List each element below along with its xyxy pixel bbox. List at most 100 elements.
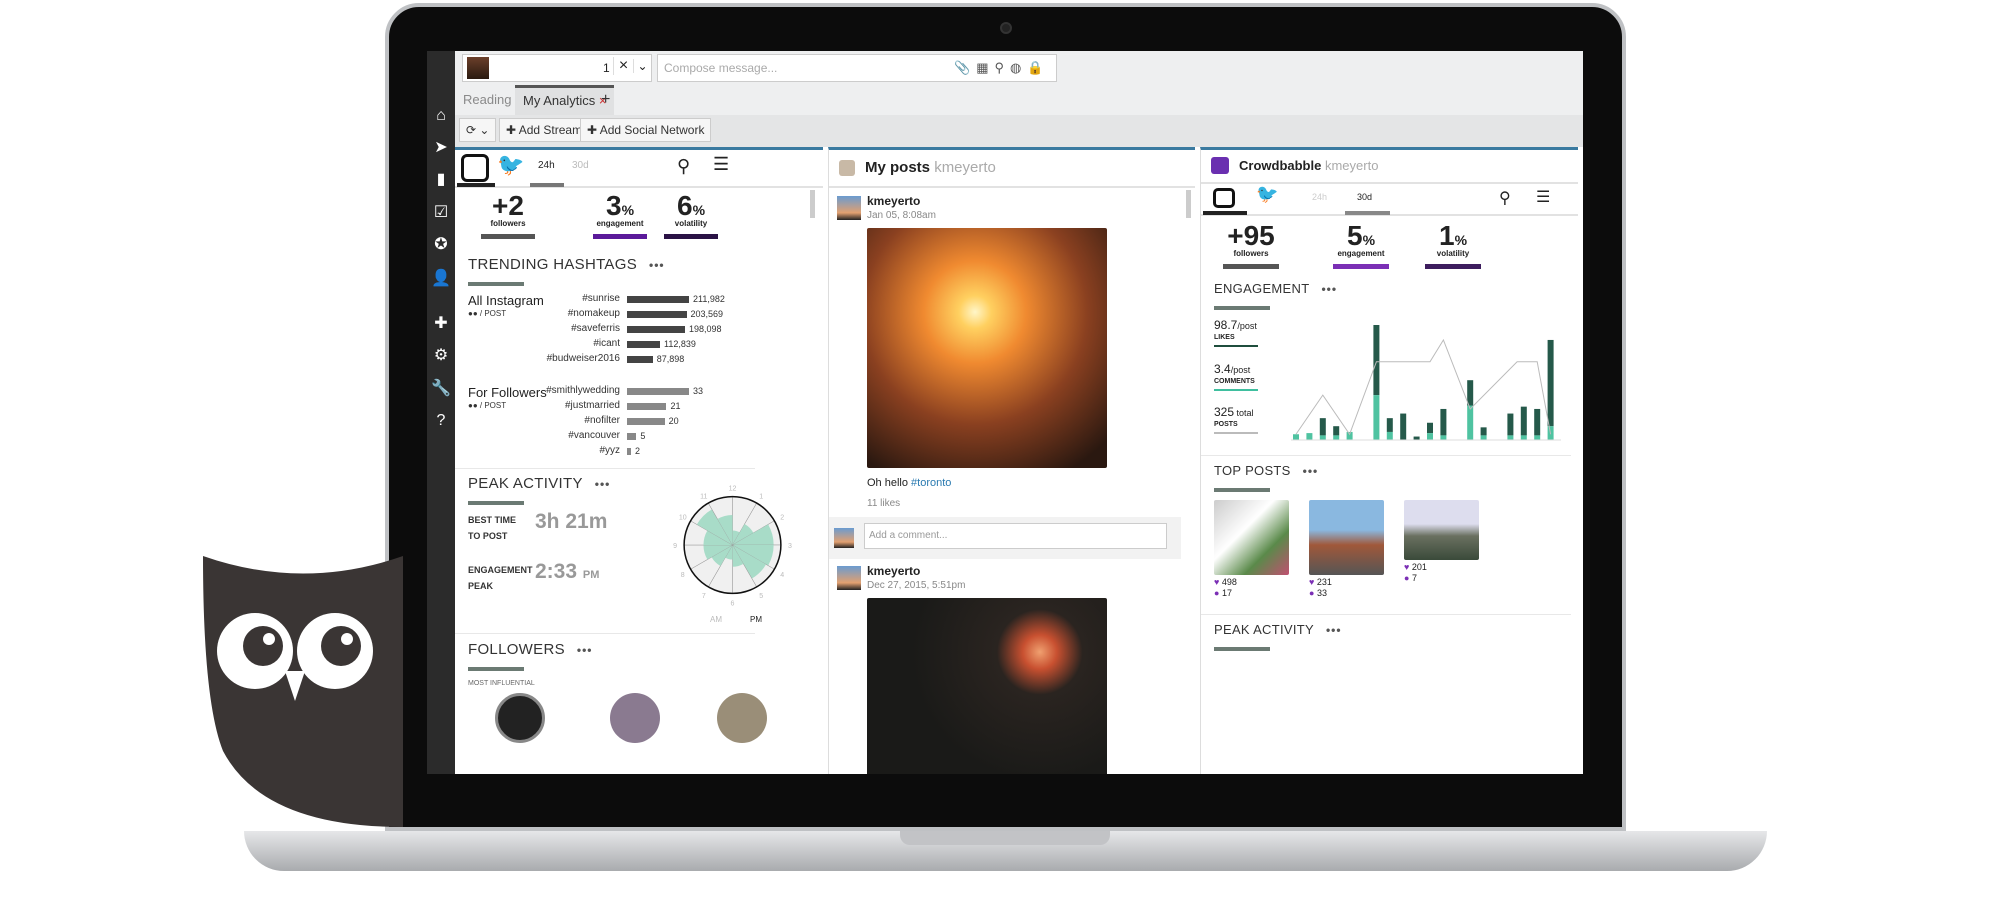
comment-input[interactable]: Add a comment... — [864, 523, 1167, 549]
comments-bar — [1319, 435, 1326, 440]
hashtag-count: 198,098 — [688, 324, 722, 334]
analytics-icon[interactable]: ▮ — [431, 170, 451, 190]
home-icon[interactable]: ⌂ — [431, 106, 451, 126]
engagement-peak-label: ENGAGEMENT PEAK — [468, 562, 533, 594]
am-toggle[interactable]: AM — [710, 615, 722, 624]
stream-title: Crowdbabble — [1239, 158, 1322, 173]
follower-avatar[interactable] — [717, 693, 767, 743]
attachment-icon[interactable]: 📎 — [954, 60, 976, 75]
top-post-comments: ● 7 — [1404, 573, 1417, 583]
settings-icon[interactable]: ⚙ — [431, 346, 451, 366]
laptop-notch — [900, 831, 1110, 845]
search-icon[interactable]: ⚲ — [1499, 188, 1511, 208]
add-tab-button[interactable]: + — [593, 85, 618, 115]
pm-toggle[interactable]: PM — [750, 615, 762, 624]
top-post-image[interactable] — [1404, 500, 1479, 560]
post-author[interactable]: kmeyerto — [867, 194, 920, 208]
clear-profiles-icon[interactable]: × — [613, 57, 633, 75]
metric-value: 98.7 — [1214, 318, 1238, 332]
refresh-button[interactable]: ⟳ ⌄ — [459, 118, 497, 142]
more-options-icon[interactable]: ••• — [595, 477, 611, 491]
more-options-icon[interactable]: ••• — [577, 643, 593, 657]
menu-icon[interactable]: ☰ — [713, 154, 729, 175]
stat-number: 6 — [676, 190, 693, 221]
instagram-icon[interactable] — [461, 154, 489, 182]
more-options-icon[interactable]: ••• — [1303, 464, 1319, 478]
time-tab-30d[interactable]: 30d — [572, 160, 589, 171]
stat-value: 5% — [1321, 220, 1401, 252]
calendar-icon[interactable]: ▦ — [976, 60, 994, 75]
more-options-icon[interactable]: ••• — [649, 258, 665, 272]
hashtag-link[interactable]: #nomakeup — [515, 308, 620, 319]
section-underline — [468, 667, 524, 671]
more-options-icon[interactable]: ••• — [1326, 623, 1342, 637]
time-tab-24h[interactable]: 24h — [1312, 192, 1327, 202]
time-tab-24h[interactable]: 24h — [538, 160, 555, 171]
globe-icon[interactable]: ◍ — [1010, 60, 1027, 75]
assignments-icon[interactable]: ☑ — [431, 203, 451, 223]
apps-icon[interactable]: ✚ — [431, 314, 451, 334]
profile-selector[interactable]: 1 × ⌄ — [462, 54, 652, 82]
hashtag-link[interactable]: #vancouver — [515, 430, 620, 441]
post-date: Jan 05, 8:08am — [867, 210, 936, 221]
scrollbar[interactable] — [810, 190, 815, 218]
location-icon[interactable]: ⚲ — [994, 60, 1010, 75]
post-image[interactable] — [867, 228, 1107, 468]
contacts-icon[interactable]: 👤 — [431, 269, 451, 289]
menu-icon[interactable]: ☰ — [1536, 187, 1550, 207]
section-title: PEAK ACTIVITY — [468, 475, 583, 492]
hashtag-link[interactable]: #saveferris — [515, 323, 620, 334]
twitter-icon[interactable]: 🐦 — [497, 152, 524, 178]
lock-icon[interactable]: 🔒 — [1027, 60, 1049, 75]
compose-message-input[interactable]: Compose message... 📎▦⚲◍🔒 — [657, 54, 1057, 82]
more-options-icon[interactable]: ••• — [1321, 282, 1337, 296]
stat-bar — [1425, 264, 1481, 269]
hashtag-link[interactable]: #yyz — [515, 445, 620, 456]
twitter-icon[interactable]: 🐦 — [1256, 184, 1278, 205]
help-icon[interactable]: ? — [431, 411, 451, 431]
comments-bar — [1373, 395, 1380, 440]
all-instagram-hashtags: #sunrise 211,982 #nomakeup 203,569 #saveferr… — [455, 293, 815, 383]
likes-bar — [1413, 436, 1420, 440]
hashtag-link[interactable]: #sunrise — [515, 293, 620, 304]
hashtag-link[interactable]: #icant — [515, 338, 620, 349]
stats-summary: +2 followers 3% engagement 6% volatility — [455, 190, 815, 250]
top-post-image[interactable] — [1214, 500, 1289, 575]
instagram-icon[interactable] — [1213, 188, 1235, 208]
avatar — [834, 528, 854, 548]
likes-bar — [1400, 413, 1407, 440]
time-tab-30d[interactable]: 30d — [1357, 192, 1372, 202]
search-icon[interactable]: ⚲ — [677, 156, 690, 177]
metric-label: POSTS — [1214, 421, 1238, 428]
follower-avatar[interactable] — [610, 693, 660, 743]
stat-bar — [593, 234, 647, 239]
hashtag-link[interactable]: #toronto — [911, 477, 951, 489]
hashtag-count: 211,982 — [693, 294, 725, 304]
stream-header: Crowdbabble kmeyerto — [1201, 150, 1578, 184]
add-social-network-button[interactable]: ✚ Add Social Network — [580, 118, 712, 142]
scrollbar[interactable] — [1186, 190, 1191, 218]
hashtag-link[interactable]: #budweiser2016 — [515, 353, 620, 364]
likes-bar — [1427, 422, 1433, 434]
section-title: ENGAGEMENT — [1214, 281, 1310, 296]
top-post-image[interactable] — [1309, 500, 1384, 575]
hashtag-link[interactable]: #justmarried — [515, 400, 620, 411]
tools-icon[interactable]: 🔧 — [431, 379, 451, 399]
top-post-comments: ● 33 — [1309, 588, 1327, 598]
add-stream-button[interactable]: ✚ Add Stream — [499, 118, 590, 142]
send-icon[interactable]: ➤ — [431, 138, 451, 158]
hashtag-link[interactable]: #nofilter — [515, 415, 620, 426]
clock-hour-label: 11 — [700, 493, 707, 500]
stat-label: engagement — [1337, 249, 1385, 258]
likes-metric: 98.7/post LIKES — [1214, 316, 1258, 347]
contests-icon[interactable]: ✪ — [431, 235, 451, 255]
follower-avatar[interactable] — [495, 693, 545, 743]
chevron-down-icon[interactable]: ⌄ — [633, 59, 651, 73]
stat-label: engagement — [596, 219, 644, 228]
hashtag-link[interactable]: #smithlywedding — [515, 385, 620, 396]
compose-actions: 📎▦⚲◍🔒 — [954, 60, 1050, 76]
post-image[interactable] — [867, 598, 1107, 774]
comments-bar — [1480, 435, 1487, 440]
post-author[interactable]: kmeyerto — [867, 564, 920, 578]
hashtag-count: 20 — [668, 416, 679, 426]
